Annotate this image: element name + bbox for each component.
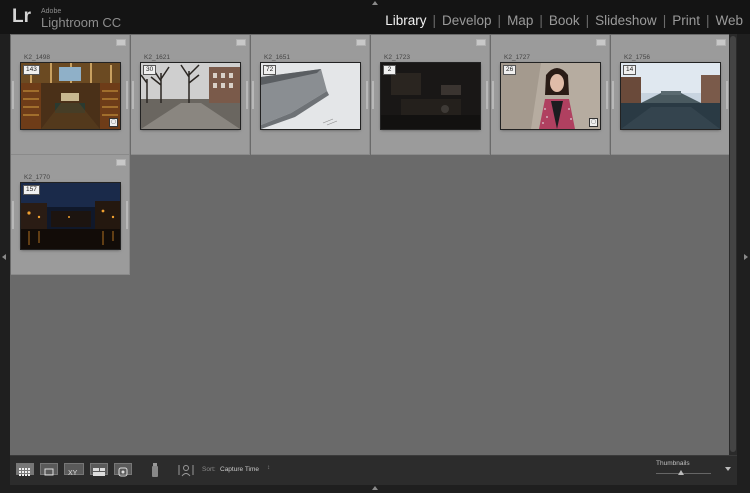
flag-badge-icon[interactable]: [716, 39, 726, 46]
flag-badge-icon[interactable]: [236, 39, 246, 46]
photo-thumbnail[interactable]: 143 ▢: [21, 63, 120, 129]
survey-view-icon: [93, 468, 105, 476]
photo-filename: K2_1756: [624, 54, 651, 61]
module-separator: |: [662, 13, 667, 28]
stack-count-badge[interactable]: 2: [383, 65, 396, 75]
scrollbar-thumb[interactable]: [730, 36, 736, 452]
stack-count-badge[interactable]: 14: [623, 65, 637, 75]
stack-count-badge[interactable]: 72: [263, 65, 277, 75]
logo-adobe-text: Adobe: [41, 8, 62, 15]
stack-count-badge[interactable]: 143: [23, 65, 40, 75]
develop-edited-icon[interactable]: ▢: [589, 118, 598, 127]
thumbnails-size-label: Thumbnails: [656, 460, 690, 467]
stack-count-badge[interactable]: 30: [143, 65, 157, 75]
module-book[interactable]: Book: [549, 13, 580, 28]
flag-badge-icon[interactable]: [476, 39, 486, 46]
top-panel-toggle-icon[interactable]: [372, 1, 378, 5]
photo-thumbnail[interactable]: 14: [621, 63, 720, 129]
library-toolbar: XY Sort: Capture Time ↕ Thumbnails: [10, 455, 737, 485]
cell-left-edge: [612, 81, 614, 109]
cell-right-edge: [246, 81, 248, 109]
photo-filename: K2_1723: [384, 54, 411, 61]
photo-cell[interactable]: K2_1756 14: [611, 35, 730, 155]
module-library[interactable]: Library: [385, 13, 426, 28]
toolbar-menu-chevron-down-icon[interactable]: [725, 467, 731, 471]
module-print[interactable]: Print: [672, 13, 700, 28]
flag-badge-icon[interactable]: [596, 39, 606, 46]
photo-filename: K2_1727: [504, 54, 531, 61]
top-bar: Lr Adobe Lightroom CC Library | Develop | Ma…: [0, 0, 750, 34]
stack-count-badge[interactable]: 26: [503, 65, 517, 75]
cell-left-edge: [252, 81, 254, 109]
right-panel-toggle-icon[interactable]: [744, 254, 748, 260]
cell-left-edge: [492, 81, 494, 109]
grid-view-icon: [19, 468, 30, 476]
sort-dropdown[interactable]: Capture Time: [220, 466, 259, 473]
cell-left-edge: [132, 81, 134, 109]
module-separator: |: [539, 13, 543, 28]
module-picker: Library | Develop | Map | Book | Slideshow | Print…: [385, 13, 743, 28]
people-view-icon: [118, 467, 128, 477]
module-develop[interactable]: Develop: [442, 13, 492, 28]
grid-scrollbar[interactable]: [729, 34, 737, 455]
cell-right-edge: [726, 81, 728, 109]
photo-cell[interactable]: K2_1498 143 ▢: [11, 35, 130, 155]
flag-badge-icon[interactable]: [116, 39, 126, 46]
svg-text:XY: XY: [68, 470, 78, 477]
module-web[interactable]: Web: [715, 13, 743, 28]
photo-filename: K2_1770: [24, 174, 51, 181]
photo-thumbnail[interactable]: 26 ▢: [501, 63, 600, 129]
module-slideshow[interactable]: Slideshow: [595, 13, 657, 28]
photo-thumbnail[interactable]: 2: [381, 63, 480, 129]
photo-filename: K2_1498: [24, 54, 51, 61]
compare-view-icon: XY: [68, 470, 78, 477]
people-face-icon: [178, 465, 194, 477]
left-panel-toggle-icon[interactable]: [2, 254, 6, 260]
photo-cell[interactable]: K2_1770 157: [11, 155, 130, 275]
cell-right-edge: [126, 201, 128, 229]
cell-right-edge: [486, 81, 488, 109]
cell-left-edge: [372, 81, 374, 109]
flag-badge-icon[interactable]: [116, 159, 126, 166]
photo-cell[interactable]: K2_1727 26 ▢: [491, 35, 610, 155]
filmstrip-toggle-icon[interactable]: [372, 486, 378, 490]
sort-direction-icon[interactable]: ↕: [267, 465, 270, 471]
photo-cell[interactable]: K2_1723 2: [371, 35, 490, 155]
sort-label: Sort:: [202, 466, 216, 473]
photo-thumbnail[interactable]: 72: [261, 63, 360, 129]
cell-right-edge: [126, 81, 128, 109]
survey-view-button[interactable]: [90, 463, 108, 476]
module-map[interactable]: Map: [507, 13, 533, 28]
module-separator: |: [497, 13, 502, 28]
logo-product-name: Lightroom CC: [41, 15, 122, 30]
cell-right-edge: [606, 81, 608, 109]
stack-count-badge[interactable]: 157: [23, 185, 40, 195]
people-face-button[interactable]: [176, 462, 196, 483]
develop-edited-icon[interactable]: ▢: [109, 118, 118, 127]
module-separator: |: [585, 13, 590, 28]
module-separator: |: [705, 13, 710, 28]
thumbnail-size-slider-handle[interactable]: [677, 470, 684, 475]
cell-left-edge: [12, 201, 14, 229]
painter-button[interactable]: [150, 461, 160, 484]
photo-filename: K2_1621: [144, 54, 171, 61]
photo-thumbnail[interactable]: 30: [141, 63, 240, 129]
flag-badge-icon[interactable]: [356, 39, 366, 46]
grid-view-button[interactable]: [16, 463, 34, 476]
library-grid[interactable]: K2_1498 143 ▢ K2_1621 30 K2_1651 72 K2_1723 2 K2_…: [10, 34, 730, 455]
cell-right-edge: [366, 81, 368, 109]
photo-thumbnail[interactable]: 157: [21, 183, 120, 249]
photo-filename: K2_1651: [264, 54, 291, 61]
compare-view-button[interactable]: XY: [64, 463, 84, 477]
people-view-button[interactable]: [114, 463, 132, 477]
spray-painter-icon: [152, 463, 158, 477]
cell-left-edge: [12, 81, 14, 109]
lightroom-logo-mark: Lr: [12, 6, 31, 27]
photo-cell[interactable]: K2_1621 30: [131, 35, 250, 155]
loupe-view-icon: [44, 468, 54, 476]
module-separator: |: [432, 13, 437, 28]
photo-cell[interactable]: K2_1651 72: [251, 35, 370, 155]
loupe-view-button[interactable]: [40, 463, 58, 476]
